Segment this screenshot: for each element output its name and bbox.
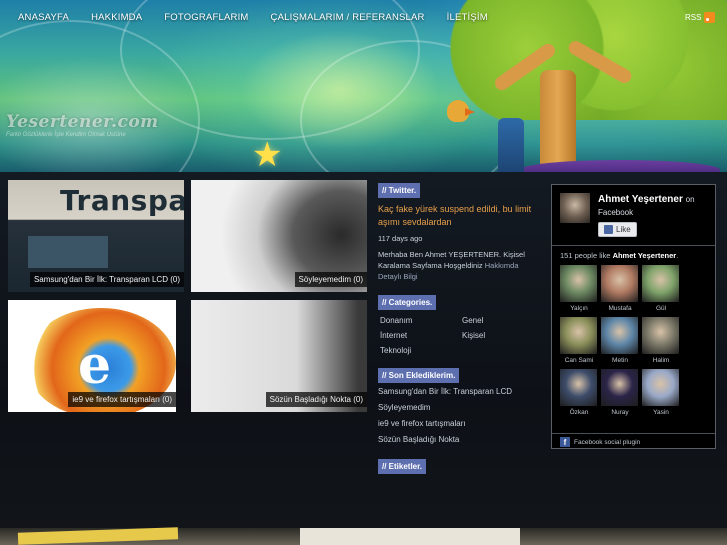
post-tile[interactable]: e ie9 ve firefox tartışmaları (0) bbox=[8, 300, 176, 412]
fan-item[interactable]: Gül bbox=[642, 265, 680, 315]
fan-avatar[interactable] bbox=[560, 369, 597, 406]
fan-avatar[interactable] bbox=[601, 317, 638, 354]
fan-grid: Yalçın Mustafa Gül Can Sami Metin Halim Özkan N… bbox=[560, 265, 680, 419]
fan-name[interactable]: Gül bbox=[642, 305, 680, 315]
fan-avatar[interactable] bbox=[601, 265, 638, 302]
rss-link[interactable]: RSS bbox=[685, 12, 716, 23]
thumbs-up-icon bbox=[604, 225, 613, 234]
facebook-on-label: on bbox=[685, 195, 695, 204]
recent-post-link[interactable]: Söyleyemedim bbox=[378, 403, 540, 412]
like-count-name: Ahmet Yeşertener bbox=[612, 251, 677, 260]
nav-item-photos[interactable]: FOTOGRAFLARIM bbox=[164, 12, 248, 23]
fan-item[interactable]: Nuray bbox=[601, 369, 639, 419]
facebook-footer: f Facebook social plugin bbox=[552, 433, 715, 450]
fan-item[interactable]: Can Sami bbox=[560, 317, 598, 367]
tags-section-title: // Etiketler. bbox=[378, 459, 427, 474]
post-tile[interactable]: Transpare Samsung'dan Bir İlk: Transpara… bbox=[8, 180, 184, 292]
fan-avatar[interactable] bbox=[560, 265, 597, 302]
fan-name[interactable]: Özkan bbox=[560, 409, 598, 419]
categories-section-title: // Categories. bbox=[378, 295, 437, 310]
site-slogan: Farklı Gözlüklerle İşte Kendim Olmak Ust… bbox=[6, 132, 126, 138]
like-count-text: 151 people like Ahmet Yeşertener. bbox=[560, 251, 678, 260]
recent-posts-list: Samsung'dan Bir İlk: Transparan LCD Söyl… bbox=[378, 387, 540, 444]
post-image-text: Transpare bbox=[60, 184, 184, 217]
fan-name[interactable]: Yasin bbox=[642, 409, 680, 419]
nav-item-contact[interactable]: İLETİŞİM bbox=[447, 12, 488, 23]
facebook-footer-label[interactable]: Facebook social plugin bbox=[574, 439, 640, 446]
like-button-label: Like bbox=[616, 225, 631, 234]
fan-name[interactable]: Nuray bbox=[601, 409, 639, 419]
post-image-screen bbox=[28, 236, 108, 268]
site-logo[interactable]: Yesertener.com bbox=[6, 112, 159, 132]
category-link[interactable]: Donanım bbox=[380, 316, 462, 325]
facebook-page-header: Ahmet Yeşertener on Facebook bbox=[560, 193, 695, 223]
nav-item-home[interactable]: ANASAYFA bbox=[18, 12, 69, 23]
facebook-page-name: Ahmet Yeşertener on Facebook bbox=[598, 193, 695, 223]
star-character-icon: ★ bbox=[252, 136, 283, 174]
fan-avatar[interactable] bbox=[642, 369, 679, 406]
fan-name[interactable]: Halim bbox=[642, 357, 680, 367]
avatar[interactable] bbox=[560, 193, 590, 223]
post-caption[interactable]: Sözün Başladığı Nokta (0) bbox=[265, 392, 367, 407]
category-link[interactable]: İnternet bbox=[380, 331, 462, 340]
rss-icon bbox=[704, 12, 716, 23]
category-link[interactable]: Genel bbox=[462, 316, 542, 325]
bird-illustration bbox=[447, 100, 475, 122]
ruler-illustration bbox=[17, 527, 179, 545]
desk-footer-image bbox=[0, 527, 727, 545]
facebook-logo-icon: f bbox=[560, 437, 570, 447]
categories-list: Donanım Genel İnternet Kişisel Teknoloji bbox=[378, 316, 540, 355]
fan-item[interactable]: Yalçın bbox=[560, 265, 598, 315]
recent-post-link[interactable]: Samsung'dan Bir İlk: Transparan LCD bbox=[378, 387, 540, 396]
post-caption[interactable]: ie9 ve firefox tartışmaları (0) bbox=[68, 392, 176, 407]
nav-item-works[interactable]: ÇALIŞMALARIM / REFERANSLAR bbox=[271, 12, 425, 23]
main-nav: ANASAYFA HAKKIMDA FOTOGRAFLARIM ÇALIŞMAL… bbox=[18, 12, 510, 23]
recent-post-link[interactable]: ie9 ve firefox tartışmaları bbox=[378, 419, 540, 428]
like-button[interactable]: Like bbox=[598, 222, 637, 237]
tweet-text[interactable]: Kaç fake yürek suspend edildi, bu limit … bbox=[378, 203, 540, 229]
recent-post-link[interactable]: Sözün Başladığı Nokta bbox=[378, 435, 540, 444]
fan-item[interactable]: Halim bbox=[642, 317, 680, 367]
nav-item-about[interactable]: HAKKIMDA bbox=[91, 12, 142, 23]
category-link[interactable]: Teknoloji bbox=[380, 346, 462, 355]
totem-illustration bbox=[498, 118, 524, 176]
rss-label: RSS bbox=[685, 13, 702, 22]
divider bbox=[552, 245, 715, 246]
recent-section-title: // Son Eklediklerim. bbox=[378, 368, 460, 383]
about-text: Merhaba Ben Ahmet YEŞERTENER. Kişisel Ka… bbox=[378, 249, 540, 282]
fan-name[interactable]: Metin bbox=[601, 357, 639, 367]
middle-column: // Twitter. Kaç fake yürek suspend edild… bbox=[378, 180, 540, 474]
like-count-prefix: 151 people like bbox=[560, 251, 611, 260]
header-banner: ★ bbox=[0, 0, 727, 180]
tweet-time: 117 days ago bbox=[378, 234, 423, 243]
fan-item[interactable]: Yasin bbox=[642, 369, 680, 419]
post-tile[interactable]: Söyleyemedim (0) bbox=[191, 180, 367, 292]
facebook-like-box: Ahmet Yeşertener on Facebook Like 151 pe… bbox=[551, 184, 716, 449]
like-count-dot: . bbox=[676, 251, 679, 260]
fan-avatar[interactable] bbox=[642, 265, 679, 302]
facebook-name-link[interactable]: Ahmet Yeşertener bbox=[598, 194, 683, 205]
fan-name[interactable]: Yalçın bbox=[560, 305, 598, 315]
category-link[interactable]: Kişisel bbox=[462, 331, 542, 340]
post-caption[interactable]: Söyleyemedim (0) bbox=[294, 272, 367, 287]
fan-avatar[interactable] bbox=[642, 317, 679, 354]
post-caption[interactable]: Samsung'dan Bir İlk: Transparan LCD (0) bbox=[29, 272, 184, 287]
facebook-platform-label[interactable]: Facebook bbox=[598, 208, 633, 217]
fan-item[interactable]: Özkan bbox=[560, 369, 598, 419]
fan-name[interactable]: Mustafa bbox=[601, 305, 639, 315]
post-tile[interactable]: Sözün Başladığı Nokta (0) bbox=[191, 300, 367, 412]
twitter-section-title: // Twitter. bbox=[378, 183, 421, 198]
fan-item[interactable]: Mustafa bbox=[601, 265, 639, 315]
fan-avatar[interactable] bbox=[560, 317, 597, 354]
ie-logo-image: e bbox=[78, 335, 112, 396]
paper-illustration bbox=[300, 528, 520, 545]
fan-avatar[interactable] bbox=[601, 369, 638, 406]
fan-item[interactable]: Metin bbox=[601, 317, 639, 367]
fan-name[interactable]: Can Sami bbox=[560, 357, 598, 367]
